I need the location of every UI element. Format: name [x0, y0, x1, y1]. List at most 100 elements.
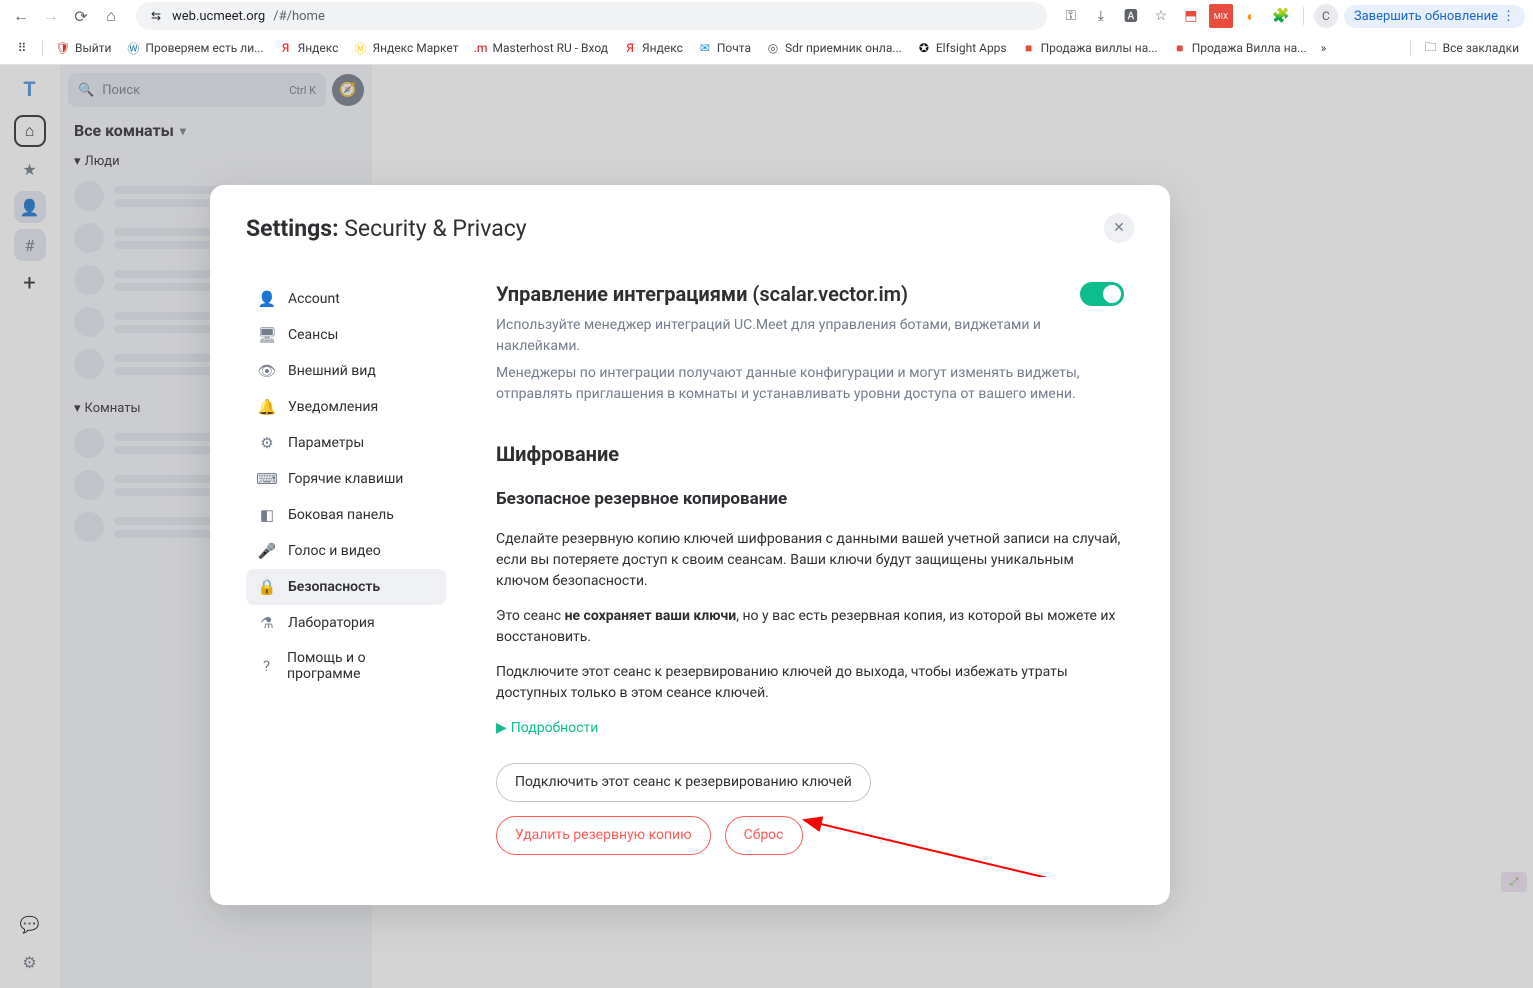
close-button[interactable]: ✕ [1104, 213, 1134, 243]
url-host: web.ucmeet.org [172, 9, 265, 24]
extensions-icon[interactable]: 🧩 [1269, 4, 1293, 28]
backup-heading: Безопасное резервное копирование [496, 487, 1124, 513]
bookmark-label: Яндекс [298, 41, 339, 55]
site-settings-icon: ⇆ [148, 8, 164, 24]
browser-toolbar: ← → ⟳ ⌂ ⇆ web.ucmeet.org /#/home ⚿ ⤓ 🅰 ☆ … [0, 0, 1533, 32]
bookmark-icon: Я [622, 40, 638, 56]
settings-nav-item[interactable]: 🔒 Безопасность [246, 569, 446, 605]
triangle-right-icon: ▶ [496, 718, 507, 739]
bookmarks-overflow[interactable]: » [1315, 38, 1333, 58]
bookmark-item[interactable]: 🛡 Выйти [49, 37, 117, 59]
folder-icon: 🗀 [1423, 40, 1439, 56]
bookmark-star-icon[interactable]: ☆ [1149, 4, 1173, 28]
bookmark-item[interactable]: Я Яндекс [616, 37, 689, 59]
browser-chrome: ← → ⟳ ⌂ ⇆ web.ucmeet.org /#/home ⚿ ⤓ 🅰 ☆ … [0, 0, 1533, 65]
ext3-icon[interactable]: ◐ [1239, 4, 1263, 28]
settings-nav-item[interactable]: 🎤 Голос и видео [246, 533, 446, 569]
settings-nav-item[interactable]: ? Помощь и о программе [246, 641, 446, 691]
address-bar[interactable]: ⇆ web.ucmeet.org /#/home [136, 2, 1047, 30]
bookmark-label: Продажа Вилла на... [1192, 41, 1307, 55]
settings-nav-label: Безопасность [288, 579, 380, 595]
bookmark-icon: ◎ [765, 40, 781, 56]
bookmark-item[interactable]: ✪Elfsight Apps [910, 37, 1013, 59]
settings-nav-item[interactable]: ⚙ Параметры [246, 425, 446, 461]
install-icon[interactable]: ⤓ [1089, 4, 1113, 28]
settings-nav-icon: ◧ [258, 506, 276, 524]
details-toggle[interactable]: ▶Подробности [496, 718, 1124, 739]
settings-nav-item[interactable]: ⚗Лаборатория [246, 605, 446, 641]
bookmark-icon: ✪ [916, 40, 932, 56]
ext2-icon[interactable]: MIX [1209, 4, 1233, 28]
settings-nav-icon: ⌨ [258, 470, 276, 488]
bookmark-label: Почта [717, 41, 751, 55]
settings-nav-label: Помощь и о программе [287, 650, 434, 682]
integrations-desc-1: Используйте менеджер интеграций UC.Meet … [496, 315, 1124, 357]
settings-content: Управление интеграциями (scalar.vector.i… [466, 259, 1134, 877]
settings-nav-icon: ⚗ [258, 614, 276, 632]
integrations-toggle[interactable] [1080, 282, 1124, 306]
apps-button[interactable]: ⠿ [8, 37, 36, 59]
settings-nav-label: Уведомления [288, 399, 378, 415]
reset-button[interactable]: Сброс [725, 816, 803, 855]
bookmark-label: Masterhost RU - Вход [493, 41, 609, 55]
backup-desc-2: Это сеанс не сохраняет ваши ключи, но у … [496, 606, 1124, 648]
profile-avatar[interactable]: C [1314, 4, 1338, 28]
settings-nav-label: Голос и видео [288, 543, 381, 559]
settings-nav-item[interactable]: ⌨Горячие клавиши [246, 461, 446, 497]
apps-icon: ⠿ [14, 40, 30, 56]
divider [42, 40, 43, 56]
bookmark-item[interactable]: ЯЯндекс [272, 37, 345, 59]
settings-nav-icon: ? [258, 657, 275, 675]
settings-nav-icon: 🔒 [258, 578, 276, 596]
delete-backup-button[interactable]: Удалить резервную копию [496, 816, 711, 855]
settings-modal: Settings: Security & Privacy ✕ 👤Account🖥… [210, 185, 1170, 905]
bookmark-icon: 🛡 [55, 40, 71, 56]
update-button[interactable]: Завершить обновление ⋮ [1344, 5, 1525, 28]
settings-nav-label: Сеансы [288, 327, 338, 343]
bookmark-icon: ■ [1021, 40, 1037, 56]
bookmark-item[interactable]: ◎ Sdr приемник онла... [759, 37, 908, 59]
reload-button[interactable]: ⟳ [68, 3, 94, 29]
forward-button[interactable]: → [38, 3, 64, 29]
ext1-icon[interactable]: ⬒ [1179, 4, 1203, 28]
annotation-arrow [796, 810, 1066, 878]
settings-nav-icon: 🖥 [258, 326, 276, 344]
bookmark-item[interactable]: ⓌПроверяем есть ли... [119, 37, 269, 59]
bookmark-icon: .m [473, 40, 489, 56]
settings-nav-icon: 👁 [258, 362, 276, 380]
backup-desc-1: Сделайте резервную копию ключей шифрован… [496, 529, 1124, 592]
bookmark-label: Sdr приемник онла... [785, 41, 902, 55]
all-bookmarks[interactable]: 🗀Все закладки [1417, 37, 1525, 59]
home-button[interactable]: ⌂ [98, 3, 124, 29]
settings-nav-label: Параметры [288, 435, 364, 451]
settings-nav-icon: ⚙ [258, 434, 276, 452]
bookmark-icon: Ⓜ [352, 40, 368, 56]
toolbar-right: ⚿ ⤓ 🅰 ☆ ⬒ MIX ◐ 🧩 C Завершить обновление… [1059, 4, 1525, 28]
translate-icon[interactable]: 🅰 [1119, 4, 1143, 28]
backup-desc-3: Подключите этот сеанс к резервированию к… [496, 662, 1124, 704]
modal-title: Settings: Security & Privacy [246, 215, 527, 242]
bookmark-label: Проверяем есть ли... [145, 41, 263, 55]
settings-nav: 👤Account🖥Сеансы👁Внешний вид🔔Уведомления⚙… [246, 259, 446, 877]
settings-nav-item[interactable]: 🔔Уведомления [246, 389, 446, 425]
key-icon[interactable]: ⚿ [1059, 4, 1083, 28]
divider [1410, 40, 1411, 56]
settings-nav-item[interactable]: 👤Account [246, 281, 446, 317]
settings-nav-item[interactable]: 🖥 Сеансы [246, 317, 446, 353]
settings-nav-icon: 🎤 [258, 542, 276, 560]
bookmark-item[interactable]: .m Masterhost RU - Вход [467, 37, 615, 59]
settings-nav-label: Account [288, 291, 340, 307]
settings-nav-item[interactable]: ◧Боковая панель [246, 497, 446, 533]
back-button[interactable]: ← [8, 3, 34, 29]
url-path: /#/home [273, 9, 325, 24]
bookmark-item[interactable]: ✉ Почта [691, 37, 757, 59]
bookmark-label: Выйти [75, 41, 111, 55]
menu-dots-icon: ⋮ [1502, 9, 1515, 24]
bookmark-item[interactable]: ■Продажа виллы на... [1015, 37, 1164, 59]
connect-backup-button[interactable]: Подключить этот сеанс к резервированию к… [496, 763, 871, 802]
settings-nav-item[interactable]: 👁Внешний вид [246, 353, 446, 389]
bookmark-label: Яндекс [642, 41, 683, 55]
bookmark-item[interactable]: ■Продажа Вилла на... [1166, 37, 1313, 59]
bookmark-item[interactable]: ⓂЯндекс Маркет [346, 37, 464, 59]
bookmark-icon: ✉ [697, 40, 713, 56]
